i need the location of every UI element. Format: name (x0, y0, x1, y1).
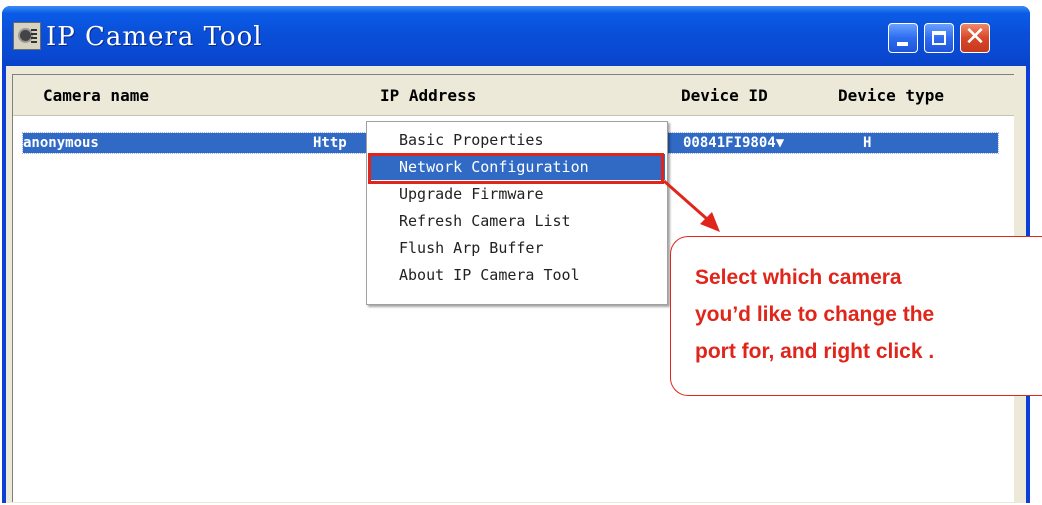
column-header-camera-name[interactable]: Camera name (43, 86, 149, 105)
column-header-ip-address[interactable]: IP Address (380, 86, 476, 105)
callout-text: Select which camera you’d like to change… (695, 259, 1040, 370)
cell-device-id: 00841FI9804▼ (683, 135, 785, 151)
menu-item-about-ip-camera-tool[interactable]: About IP Camera Tool (369, 262, 665, 288)
callout-line-1: Select which camera (695, 266, 902, 289)
column-header-device-id[interactable]: Device ID (681, 86, 768, 105)
callout-line-2: you’d like to change the (695, 303, 935, 326)
column-header-device-type[interactable]: Device type (838, 86, 944, 105)
menu-item-upgrade-firmware[interactable]: Upgrade Firmware (369, 181, 665, 207)
menu-item-refresh-camera-list[interactable]: Refresh Camera List (369, 208, 665, 234)
window-title: IP Camera Tool (46, 22, 263, 52)
cell-ip-address: Http (313, 135, 347, 151)
close-button[interactable]: ✕ (960, 22, 990, 53)
menu-item-flush-arp-buffer[interactable]: Flush Arp Buffer (369, 235, 665, 261)
annotation-callout: Select which camera you’d like to change… (670, 236, 1042, 396)
list-header: Camera name IP Address Device ID Device … (13, 75, 1014, 116)
close-icon: ✕ (964, 22, 986, 52)
camera-app-icon (13, 22, 41, 50)
callout-line-3: port for, and right click . (695, 340, 935, 363)
menu-item-basic-properties[interactable]: Basic Properties (369, 127, 665, 153)
minimize-button[interactable] (888, 23, 918, 53)
title-bar[interactable]: IP Camera Tool ✕ (2, 6, 1030, 66)
maximize-button[interactable] (924, 23, 954, 53)
cell-device-type: H (863, 135, 872, 151)
maximize-icon (932, 31, 946, 45)
menu-item-network-configuration[interactable]: Network Configuration (369, 154, 665, 180)
context-menu: Basic Properties Network Configuration U… (366, 121, 668, 305)
cell-camera-name: anonymous (23, 135, 99, 151)
minimize-icon (897, 42, 908, 46)
